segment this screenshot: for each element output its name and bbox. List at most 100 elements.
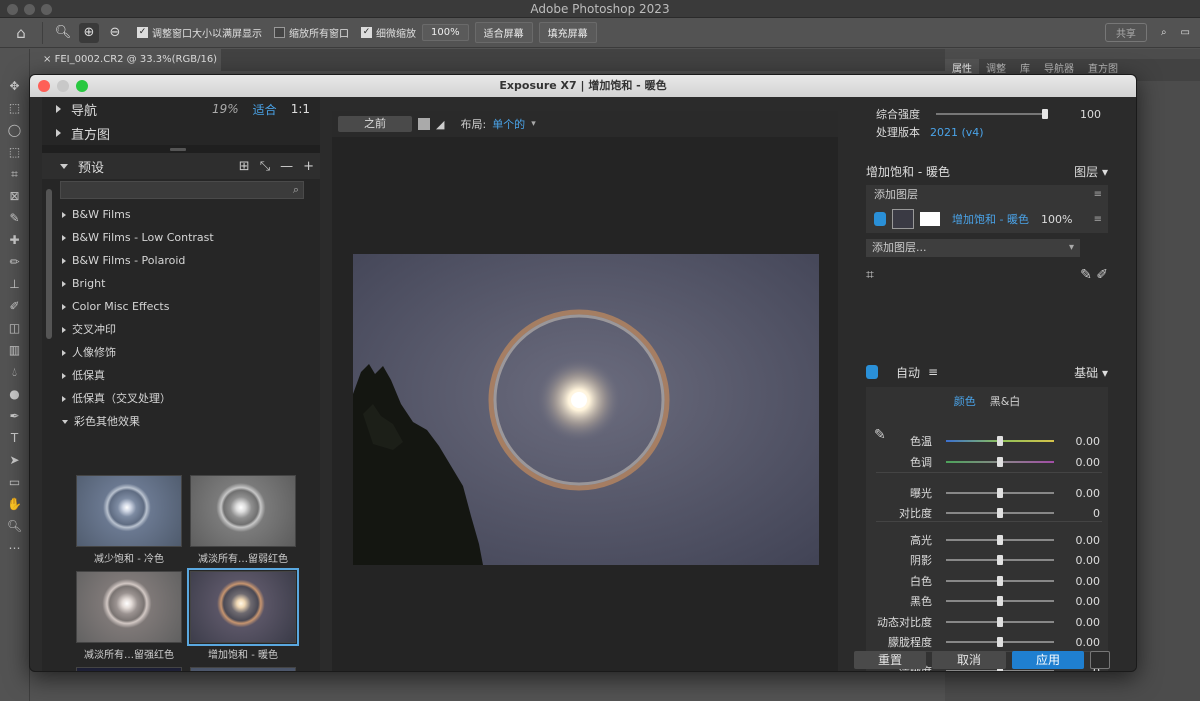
zoom-all-windows-checkbox[interactable]: 缩放所有窗口: [274, 25, 349, 40]
brush-tool-icon[interactable]: ✏: [0, 251, 29, 273]
resize-windows-checkbox[interactable]: ✓ 调整窗口大小以满屏显示: [137, 25, 262, 40]
hand-tool-icon[interactable]: ✋: [0, 493, 29, 515]
layout-select[interactable]: 单个的: [492, 116, 525, 132]
color-tab[interactable]: 颜色: [954, 395, 976, 408]
auto-button[interactable]: 自动: [896, 364, 920, 381]
brush-icon[interactable]: ✎ ✐: [1080, 267, 1108, 283]
scrubby-zoom-checkbox[interactable]: ✓ 细微缩放: [361, 25, 416, 40]
slider-row[interactable]: 白色 0.00: [866, 571, 1104, 591]
layers-menu[interactable]: 图层 ▾: [1074, 163, 1108, 181]
collapse-all-icon[interactable]: ⤡: [260, 159, 270, 174]
slider-row[interactable]: 动态对比度 0.00: [866, 612, 1104, 632]
fit-button[interactable]: 适合: [253, 101, 277, 118]
layer-opacity[interactable]: 100%: [1041, 213, 1072, 226]
presets-header[interactable]: 预设 ⊞ ⤡ — +: [42, 153, 320, 179]
chevron-down-icon[interactable]: ▾: [531, 119, 536, 129]
zoom-in-icon[interactable]: ⊕: [79, 22, 99, 43]
slider-knob[interactable]: [997, 617, 1003, 627]
preset-item[interactable]: B&W Films - Polaroid: [62, 249, 320, 272]
fill-screen-button[interactable]: 填充屏幕: [538, 22, 597, 43]
menu-icon[interactable]: ≡: [1094, 214, 1102, 225]
preset-scrollbar[interactable]: [46, 189, 52, 339]
slider-row[interactable]: 阴影 0.00: [866, 550, 1104, 570]
slider-knob[interactable]: [997, 596, 1003, 606]
crop-icon[interactable]: ⌗: [866, 267, 874, 283]
panel-select[interactable]: 基础 ▾: [1074, 364, 1108, 381]
slider-knob[interactable]: [997, 488, 1003, 498]
healing-tool-icon[interactable]: ✚: [0, 229, 29, 251]
home-icon[interactable]: ⌂: [10, 24, 32, 42]
dodge-tool-icon[interactable]: ●: [0, 383, 29, 405]
layer-row[interactable]: 增加饱和 - 暖色 100% ≡: [874, 205, 1108, 233]
menu-icon[interactable]: ≡: [1094, 185, 1102, 205]
preset-thumbnail[interactable]: 减淡所有…留强红色: [76, 571, 182, 661]
panel-toggle-icon[interactable]: [1090, 651, 1110, 669]
share-button[interactable]: 共享: [1104, 23, 1147, 42]
compare-split-icon[interactable]: ◢: [436, 118, 444, 131]
slider-knob[interactable]: [997, 576, 1003, 586]
gradient-tool-icon[interactable]: ▥: [0, 339, 29, 361]
reset-button[interactable]: 重置: [854, 651, 926, 669]
cancel-button[interactable]: 取消: [932, 651, 1006, 669]
crop-tool-icon[interactable]: ⌗: [0, 163, 29, 185]
window-controls[interactable]: [7, 4, 52, 15]
dialog-window-controls[interactable]: [38, 80, 88, 92]
histogram-header[interactable]: 直方图: [42, 121, 320, 145]
compare-square-icon[interactable]: [418, 118, 430, 130]
preset-item[interactable]: B&W Films: [62, 203, 320, 226]
type-tool-icon[interactable]: T: [0, 427, 29, 449]
stamp-tool-icon[interactable]: ⊥: [0, 273, 29, 295]
more-tools-icon[interactable]: ⋯: [0, 537, 29, 559]
zoom-tool-icon[interactable]: 🔍︎: [53, 23, 73, 43]
search-icon[interactable]: ⌕: [1161, 27, 1167, 38]
process-version-select[interactable]: 2021 (v4): [930, 126, 984, 139]
preset-thumbnail-selected[interactable]: 增加饱和 - 暖色: [187, 568, 299, 661]
one-to-one-button[interactable]: 1:1: [291, 102, 310, 116]
frame-tool-icon[interactable]: ⊠: [0, 185, 29, 207]
add-layer-select[interactable]: 添加图层... ▾: [866, 239, 1080, 257]
slider-knob[interactable]: [997, 555, 1003, 565]
document-tab[interactable]: × FEI_0002.CR2 @ 33.3%(RGB/16): [35, 49, 221, 71]
marquee-tool-icon[interactable]: ⬚: [0, 97, 29, 119]
shape-tool-icon[interactable]: ▭: [0, 471, 29, 493]
bw-tab[interactable]: 黑&白: [990, 395, 1021, 408]
slider-row[interactable]: 高光 0.00: [866, 530, 1104, 550]
preset-item[interactable]: Bright: [62, 272, 320, 295]
close-icon[interactable]: [38, 80, 50, 92]
move-tool-icon[interactable]: ✥: [0, 75, 29, 97]
blur-tool-icon[interactable]: 💧︎: [0, 361, 29, 383]
slider-row[interactable]: 黑色 0.00: [866, 591, 1104, 611]
history-brush-icon[interactable]: ✐: [0, 295, 29, 317]
slider-knob[interactable]: [997, 508, 1003, 518]
preset-item-expanded[interactable]: 彩色其他效果: [62, 410, 320, 433]
slider-knob[interactable]: [997, 436, 1003, 446]
zoom-value[interactable]: 100%: [422, 24, 469, 41]
workspace-icon[interactable]: ▭: [1181, 27, 1190, 38]
path-select-icon[interactable]: ➤: [0, 449, 29, 471]
slider-knob[interactable]: [997, 457, 1003, 467]
slider-row[interactable]: 对比度 0: [866, 503, 1104, 523]
slider-row[interactable]: 色温 0.00: [866, 431, 1104, 451]
apply-button[interactable]: 应用: [1012, 651, 1084, 669]
add-preset-icon[interactable]: +: [303, 159, 314, 174]
preset-thumbnail[interactable]: [76, 667, 182, 671]
menu-icon[interactable]: ≡: [928, 365, 938, 379]
eyedropper-tool-icon[interactable]: ✎: [0, 207, 29, 229]
lasso-tool-icon[interactable]: ◯: [0, 119, 29, 141]
panel-splitter[interactable]: [42, 145, 320, 153]
slider-knob[interactable]: [997, 535, 1003, 545]
slider-row[interactable]: 色调 0.00: [866, 452, 1104, 472]
preset-item[interactable]: 低保真: [62, 364, 320, 387]
preset-item[interactable]: B&W Films - Low Contrast: [62, 226, 320, 249]
slider-row[interactable]: 朦胧程度 0.00: [866, 632, 1104, 652]
eraser-tool-icon[interactable]: ◫: [0, 317, 29, 339]
preview-photo[interactable]: [353, 254, 819, 565]
preset-item[interactable]: Color Misc Effects: [62, 295, 320, 318]
preset-thumbnail[interactable]: 减少饱和 - 冷色: [76, 475, 182, 565]
select-tool-icon[interactable]: ⬚: [0, 141, 29, 163]
remove-preset-icon[interactable]: —: [280, 159, 293, 174]
preset-thumbnail[interactable]: 减淡所有…留弱红色: [190, 475, 296, 565]
navigator-header[interactable]: 导航 19% 适合 1:1: [42, 97, 320, 121]
preset-item[interactable]: 交叉冲印: [62, 318, 320, 341]
layer-visibility-icon[interactable]: [874, 212, 886, 226]
